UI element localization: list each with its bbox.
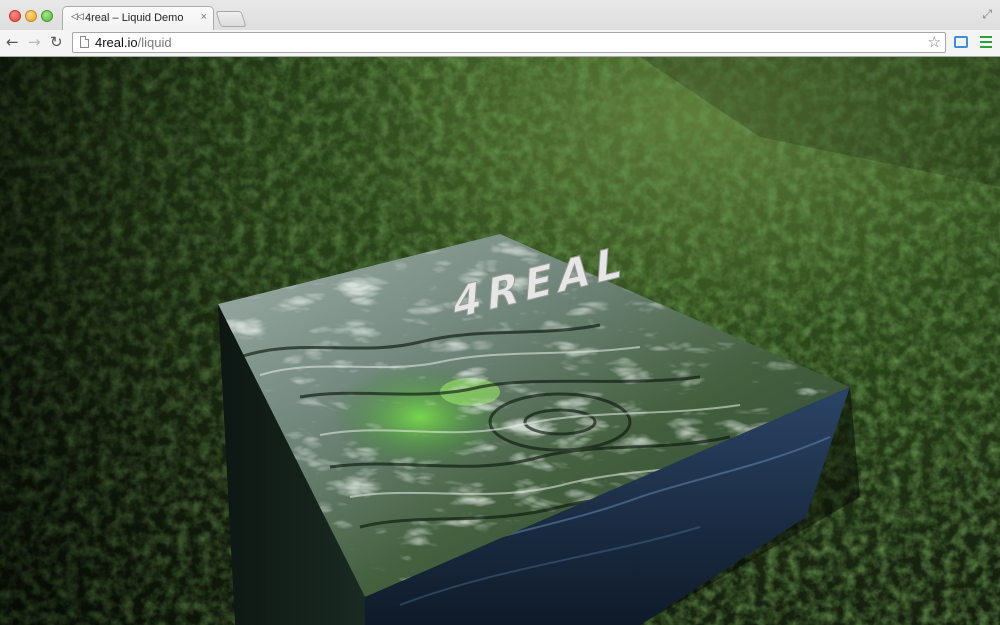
site-favicon-icon: ◁◁: [71, 12, 84, 22]
page-icon: [80, 36, 89, 48]
url-host: 4real.io: [95, 35, 138, 50]
tab-strip: ◁◁ 4real – Liquid Demo × ⤢: [0, 0, 1000, 30]
webgl-canvas[interactable]: 4REAL: [0, 57, 1000, 625]
tab-title: 4real – Liquid Demo: [85, 12, 184, 24]
fullscreen-icon[interactable]: ⤢: [982, 7, 992, 22]
browser-chrome: ◁◁ 4real – Liquid Demo × ⤢ ← → ↻ 4real.i…: [0, 0, 1000, 57]
bookmark-star-icon[interactable]: ☆: [928, 33, 941, 51]
forward-button[interactable]: →: [28, 33, 41, 51]
address-bar[interactable]: 4real.io/liquid ☆: [72, 32, 946, 53]
url-text[interactable]: 4real.io/liquid: [95, 35, 172, 50]
chrome-menu-icon[interactable]: [980, 36, 992, 48]
toolbar: ← → ↻ 4real.io/liquid ☆: [0, 30, 1000, 56]
reload-button[interactable]: ↻: [50, 33, 63, 51]
url-path: /liquid: [137, 35, 172, 50]
back-button[interactable]: ←: [6, 33, 19, 51]
tab-liquid-demo[interactable]: ◁◁ 4real – Liquid Demo ×: [62, 6, 214, 30]
window-minimize-button[interactable]: [25, 10, 37, 22]
new-tab-button[interactable]: [215, 11, 247, 27]
liquid-scene: 4REAL: [0, 57, 1000, 625]
cast-icon[interactable]: [954, 36, 968, 48]
window-close-button[interactable]: [9, 10, 21, 22]
tab-close-icon[interactable]: ×: [201, 11, 207, 23]
window-maximize-button[interactable]: [41, 10, 53, 22]
